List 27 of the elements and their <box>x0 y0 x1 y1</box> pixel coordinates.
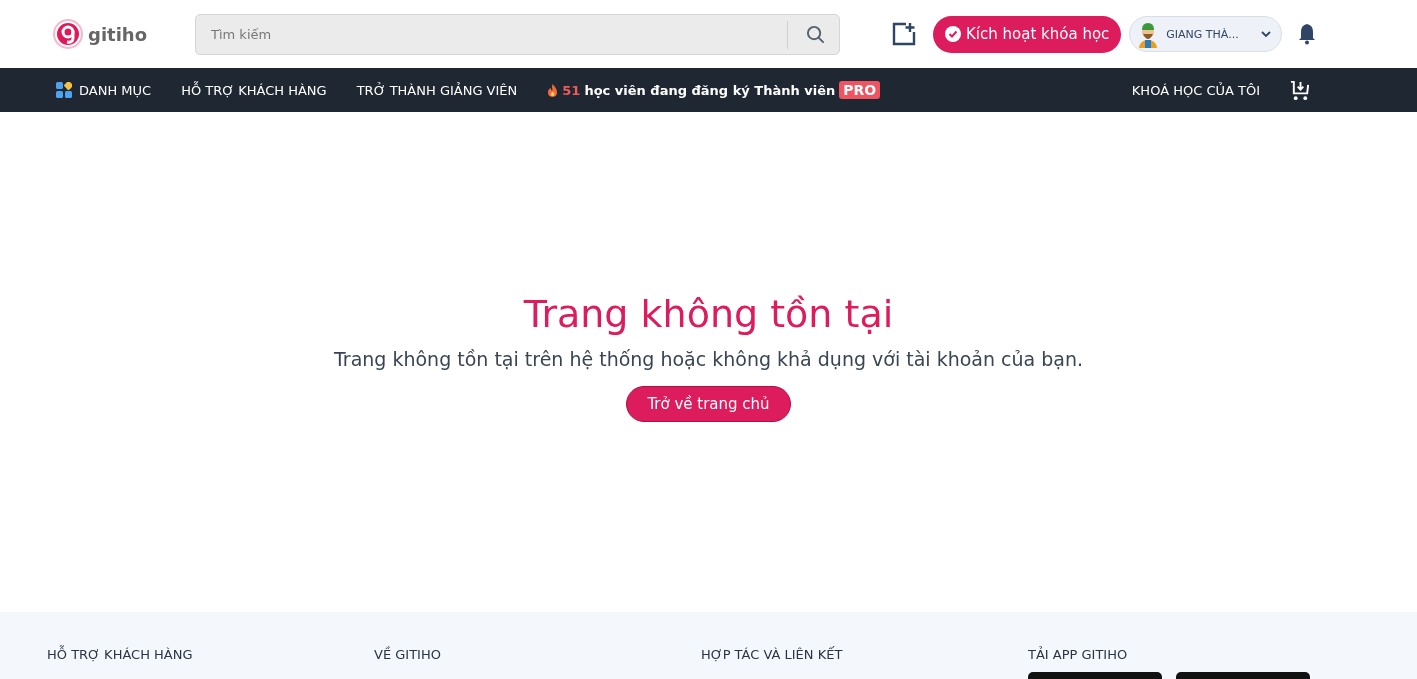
pro-badge: PRO <box>839 81 881 99</box>
user-menu[interactable]: GIANG THÀ... <box>1129 16 1283 52</box>
my-courses-link[interactable]: KHOÁ HỌC CỦA TÔI <box>1131 82 1260 98</box>
logo-icon[interactable] <box>52 18 84 50</box>
grid-icon <box>56 82 72 98</box>
promo-text: học viên đang đăng ký Thành viên <box>584 82 836 98</box>
chevron-down-icon <box>1261 31 1272 37</box>
search-icon[interactable] <box>806 24 825 44</box>
logo-text[interactable]: gitiho <box>88 23 147 45</box>
footer-heading: VỀ GITIHO <box>374 647 441 662</box>
add-icon[interactable] <box>891 21 917 47</box>
activate-course-button[interactable]: Kích hoạt khóa học <box>933 15 1122 53</box>
nav-link[interactable]: HỖ TRỢ KHÁCH HÀNG <box>181 82 327 98</box>
nav-link[interactable]: TRỞ THÀNH GIẢNG VIÊN <box>356 82 518 98</box>
cart-icon[interactable] <box>1290 79 1311 101</box>
nav-link[interactable]: DANH MỤC <box>56 82 152 98</box>
fire-icon <box>547 83 559 97</box>
footer-heading: HỢP TÁC VÀ LIÊN KẾT <box>701 647 843 662</box>
search-field[interactable]: Tìm kiếm <box>195 13 840 55</box>
student-count: 51 <box>562 82 581 98</box>
bell-icon[interactable] <box>1297 23 1318 45</box>
footer-heading: TẢI APP GITIHO <box>1028 647 1128 662</box>
check-circle-icon <box>945 26 961 42</box>
error-message: Trang không tồn tại trên hệ thống hoặc không khả dụng với tài khoản của bạn. <box>334 348 1083 370</box>
home-button[interactable]: Trở về trang chủ <box>626 386 791 422</box>
error-title: Trang không tồn tại <box>523 292 894 336</box>
footer-heading: HỖ TRỢ KHÁCH HÀNG <box>47 647 193 662</box>
